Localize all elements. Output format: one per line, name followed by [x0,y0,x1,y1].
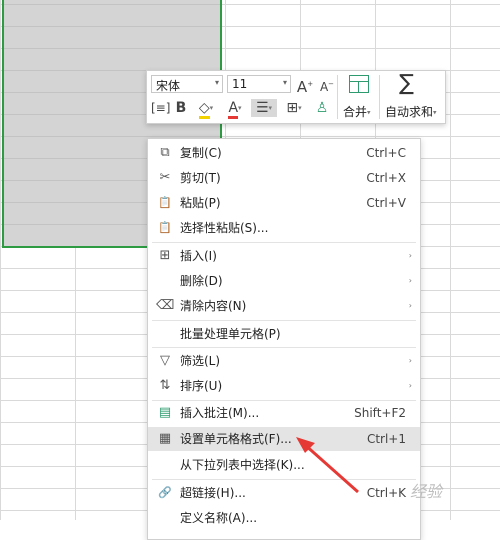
annotation-arrow-icon [296,437,359,494]
arrow-shaft [303,442,359,494]
watermark-logo: 经验 [410,478,442,502]
watermark-text: 经验 [410,482,443,501]
